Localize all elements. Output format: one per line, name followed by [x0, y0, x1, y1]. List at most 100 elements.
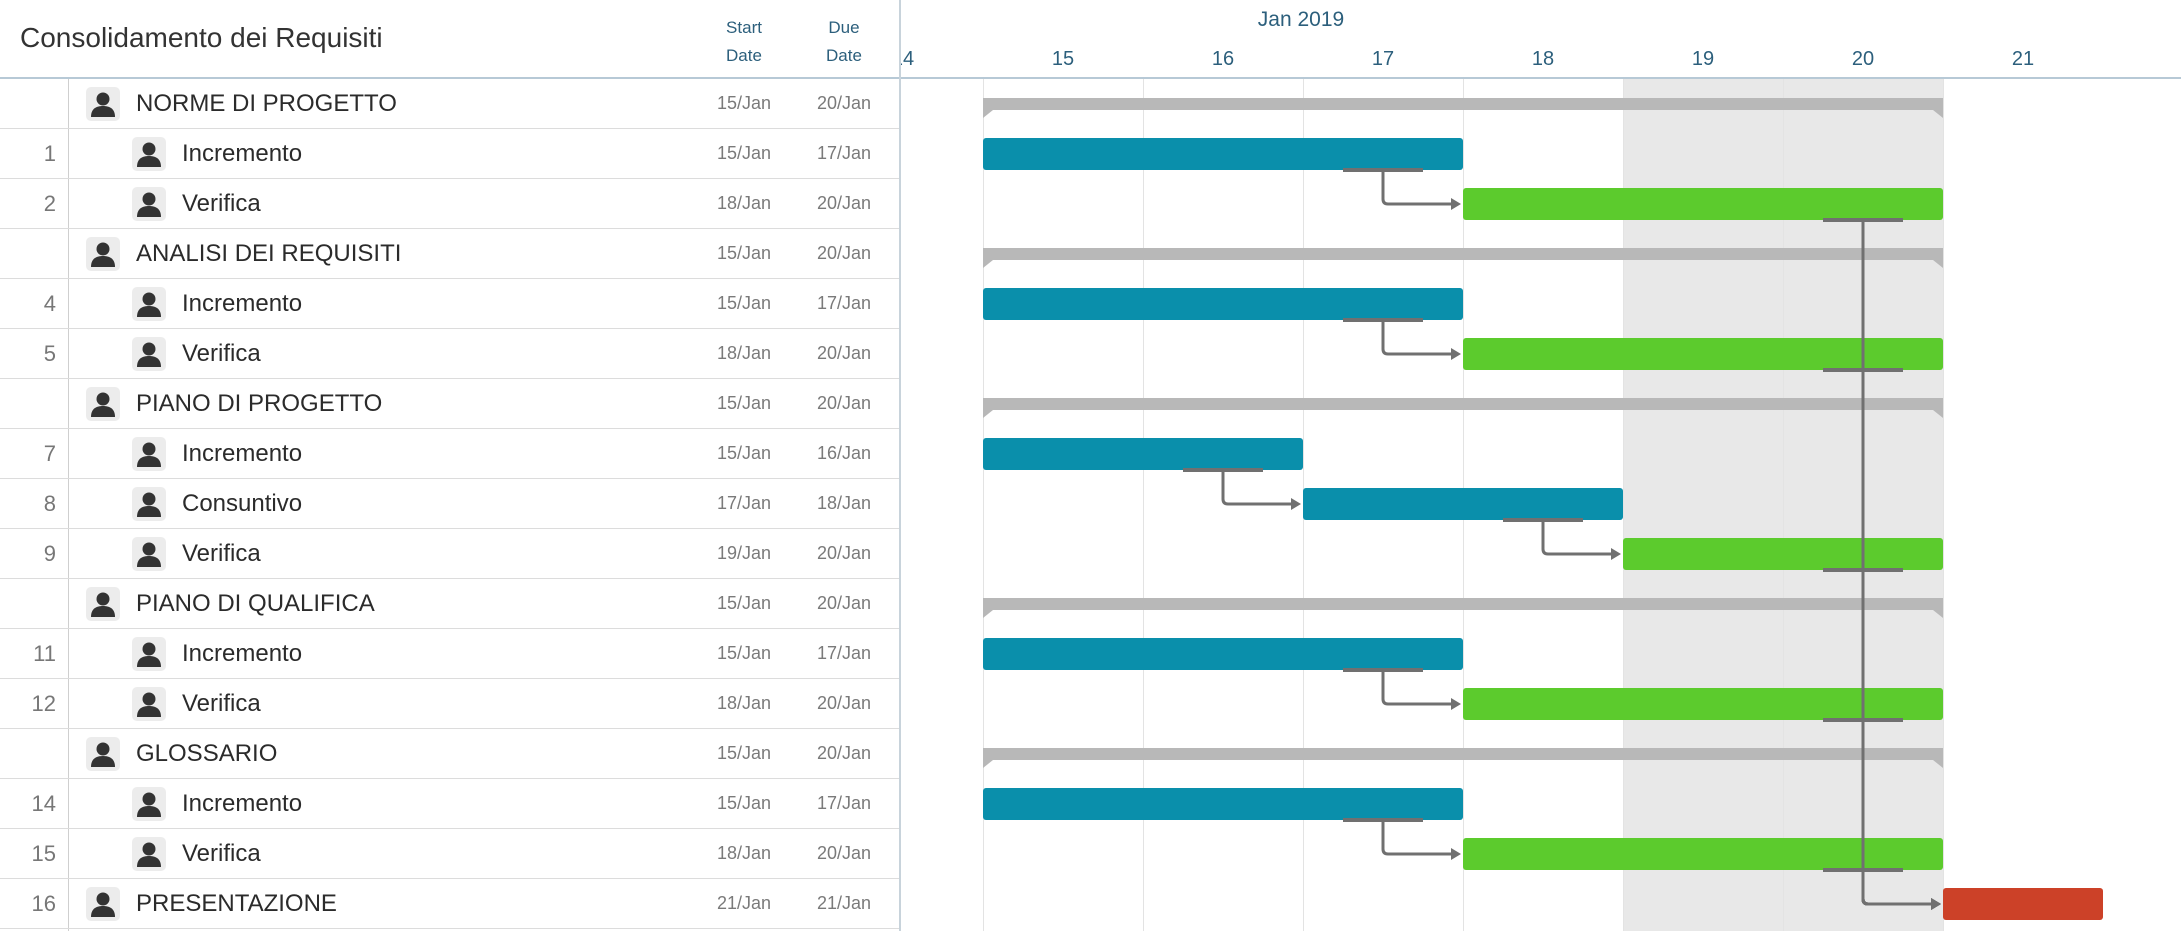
- task-start-date[interactable]: 18/Jan: [694, 179, 794, 229]
- assignee-avatar-icon[interactable]: [132, 487, 166, 521]
- assignee-avatar-icon[interactable]: [86, 587, 120, 621]
- assignee-avatar-icon[interactable]: [132, 337, 166, 371]
- task-row[interactable]: NORME DI PROGETTO 15/Jan 20/Jan: [0, 79, 899, 129]
- task-start-date[interactable]: 15/Jan: [694, 229, 794, 279]
- task-row[interactable]: 5 Verifica 18/Jan 20/Jan: [0, 329, 899, 379]
- start-date-column-header[interactable]: Start Date: [694, 14, 794, 70]
- task-start-date[interactable]: 15/Jan: [694, 79, 794, 129]
- dependency-link[interactable]: [1343, 668, 1461, 710]
- assignee-avatar-icon[interactable]: [132, 637, 166, 671]
- task-name[interactable]: Verifica: [182, 529, 261, 579]
- task-row[interactable]: 2 Verifica 18/Jan 20/Jan: [0, 179, 899, 229]
- task-due-date[interactable]: 17/Jan: [794, 279, 894, 329]
- task-due-date[interactable]: 20/Jan: [794, 379, 894, 429]
- task-number: 4: [43, 291, 56, 316]
- task-start-date[interactable]: 15/Jan: [694, 279, 794, 329]
- task-name[interactable]: Verifica: [182, 329, 261, 379]
- task-row[interactable]: 14 Incremento 15/Jan 17/Jan: [0, 779, 899, 829]
- assignee-avatar-icon[interactable]: [132, 137, 166, 171]
- task-row[interactable]: 16 PRESENTAZIONE 21/Jan 21/Jan: [0, 879, 899, 929]
- task-start-date[interactable]: 17/Jan: [694, 479, 794, 529]
- task-name[interactable]: Incremento: [182, 779, 302, 829]
- dependency-link[interactable]: [1343, 318, 1461, 360]
- assignee-avatar-icon[interactable]: [86, 237, 120, 271]
- task-name[interactable]: Incremento: [182, 629, 302, 679]
- dependency-link[interactable]: [1343, 168, 1461, 210]
- task-name[interactable]: Incremento: [182, 279, 302, 329]
- assignee-avatar-icon[interactable]: [132, 537, 166, 571]
- due-date-column-header[interactable]: Due Date: [794, 14, 894, 70]
- task-row[interactable]: 4 Incremento 15/Jan 17/Jan: [0, 279, 899, 329]
- task-due-date[interactable]: 20/Jan: [794, 329, 894, 379]
- assignee-avatar-icon[interactable]: [132, 837, 166, 871]
- assignee-avatar-icon[interactable]: [86, 87, 120, 121]
- task-name[interactable]: Verifica: [182, 679, 261, 729]
- task-start-date[interactable]: 21/Jan: [694, 879, 794, 929]
- task-due-date[interactable]: 20/Jan: [794, 729, 894, 779]
- task-start-date[interactable]: 15/Jan: [694, 379, 794, 429]
- due-date-header-line2: Date: [826, 46, 862, 65]
- task-start-date[interactable]: 18/Jan: [694, 679, 794, 729]
- task-due-date[interactable]: 20/Jan: [794, 829, 894, 879]
- task-name[interactable]: Verifica: [182, 179, 261, 229]
- task-row[interactable]: 8 Consuntivo 17/Jan 18/Jan: [0, 479, 899, 529]
- task-row[interactable]: ANALISI DEI REQUISITI 15/Jan 20/Jan: [0, 229, 899, 279]
- task-name[interactable]: PIANO DI QUALIFICA: [136, 579, 375, 629]
- task-name[interactable]: Consuntivo: [182, 479, 302, 529]
- task-row[interactable]: 9 Verifica 19/Jan 20/Jan: [0, 529, 899, 579]
- task-name[interactable]: ANALISI DEI REQUISITI: [136, 229, 401, 279]
- task-start-date[interactable]: 15/Jan: [694, 429, 794, 479]
- task-start-date[interactable]: 15/Jan: [694, 729, 794, 779]
- dependency-link[interactable]: [1183, 468, 1301, 510]
- dependency-link[interactable]: [1823, 718, 1941, 910]
- assignee-avatar-icon[interactable]: [132, 437, 166, 471]
- task-name[interactable]: NORME DI PROGETTO: [136, 79, 397, 129]
- dependency-link[interactable]: [1823, 218, 1941, 910]
- task-start-date[interactable]: 18/Jan: [694, 329, 794, 379]
- task-due-date[interactable]: 20/Jan: [794, 229, 894, 279]
- assignee-avatar-icon[interactable]: [132, 687, 166, 721]
- task-due-date[interactable]: 17/Jan: [794, 129, 894, 179]
- task-name[interactable]: PIANO DI PROGETTO: [136, 379, 382, 429]
- task-row[interactable]: 1 Incremento 15/Jan 17/Jan: [0, 129, 899, 179]
- task-due-date[interactable]: 20/Jan: [794, 179, 894, 229]
- task-name[interactable]: PRESENTAZIONE: [136, 879, 337, 929]
- assignee-avatar-icon[interactable]: [86, 887, 120, 921]
- assignee-avatar-icon[interactable]: [132, 187, 166, 221]
- task-row[interactable]: 11 Incremento 15/Jan 17/Jan: [0, 629, 899, 679]
- task-start-date[interactable]: 15/Jan: [694, 579, 794, 629]
- task-due-date[interactable]: 20/Jan: [794, 79, 894, 129]
- assignee-avatar-icon[interactable]: [86, 387, 120, 421]
- dependency-link[interactable]: [1823, 868, 1941, 910]
- task-start-date[interactable]: 19/Jan: [694, 529, 794, 579]
- task-row[interactable]: 12 Verifica 18/Jan 20/Jan: [0, 679, 899, 729]
- task-due-date[interactable]: 20/Jan: [794, 579, 894, 629]
- dependency-link[interactable]: [1823, 368, 1941, 910]
- task-due-date[interactable]: 16/Jan: [794, 429, 894, 479]
- dependency-link[interactable]: [1343, 818, 1461, 860]
- assignee-avatar-icon[interactable]: [86, 737, 120, 771]
- task-due-date[interactable]: 17/Jan: [794, 779, 894, 829]
- assignee-avatar-icon[interactable]: [132, 787, 166, 821]
- dependency-link[interactable]: [1503, 518, 1621, 560]
- task-row[interactable]: GLOSSARIO 15/Jan 20/Jan: [0, 729, 899, 779]
- task-due-date[interactable]: 21/Jan: [794, 879, 894, 929]
- task-row[interactable]: 7 Incremento 15/Jan 16/Jan: [0, 429, 899, 479]
- task-name[interactable]: GLOSSARIO: [136, 729, 277, 779]
- task-row[interactable]: PIANO DI QUALIFICA 15/Jan 20/Jan: [0, 579, 899, 629]
- task-row[interactable]: PIANO DI PROGETTO 15/Jan 20/Jan: [0, 379, 899, 429]
- task-name[interactable]: Incremento: [182, 129, 302, 179]
- task-row[interactable]: 15 Verifica 18/Jan 20/Jan: [0, 829, 899, 879]
- task-due-date[interactable]: 17/Jan: [794, 629, 894, 679]
- task-due-date[interactable]: 20/Jan: [794, 679, 894, 729]
- task-start-date[interactable]: 15/Jan: [694, 779, 794, 829]
- task-start-date[interactable]: 15/Jan: [694, 129, 794, 179]
- task-due-date[interactable]: 20/Jan: [794, 529, 894, 579]
- task-name[interactable]: Verifica: [182, 829, 261, 879]
- assignee-avatar-icon[interactable]: [132, 287, 166, 321]
- task-name[interactable]: Incremento: [182, 429, 302, 479]
- task-due-date[interactable]: 18/Jan: [794, 479, 894, 529]
- task-start-date[interactable]: 15/Jan: [694, 629, 794, 679]
- dependency-link[interactable]: [1823, 568, 1941, 910]
- task-start-date[interactable]: 18/Jan: [694, 829, 794, 879]
